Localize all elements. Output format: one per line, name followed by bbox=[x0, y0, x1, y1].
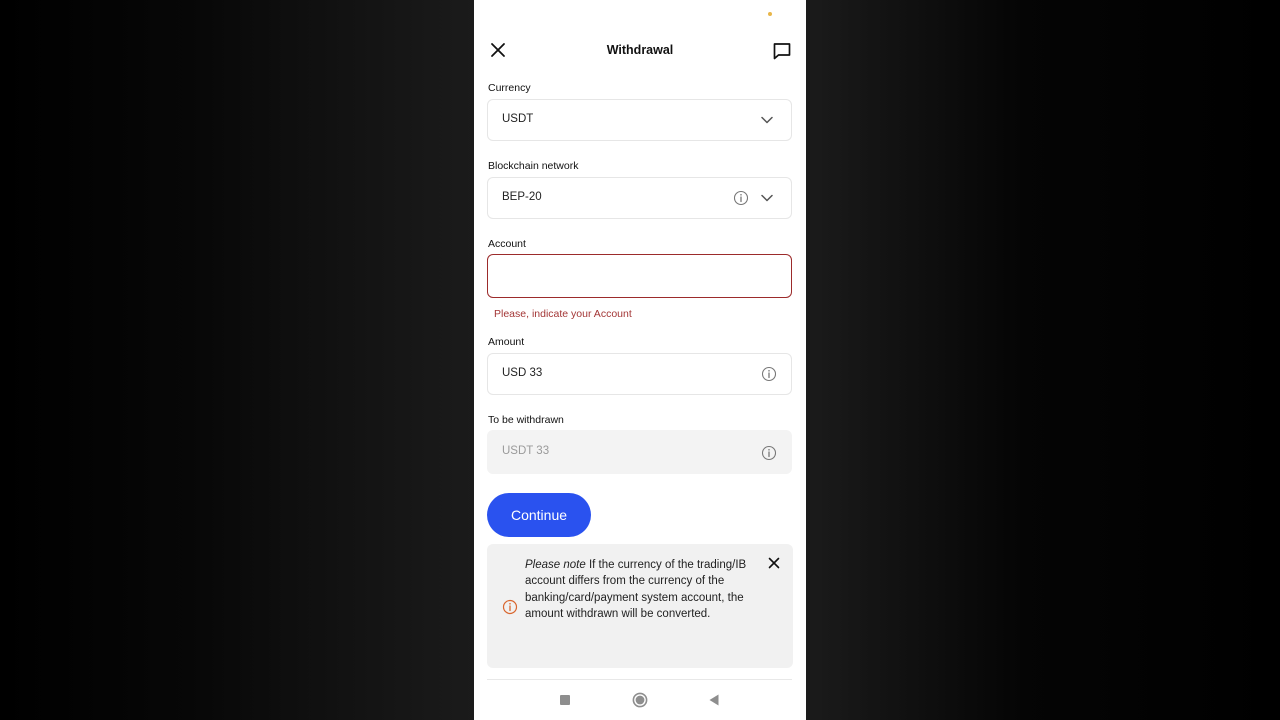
chevron-down-icon bbox=[761, 116, 773, 124]
info-icon[interactable] bbox=[733, 190, 749, 206]
amount-field[interactable]: USD 33 bbox=[487, 353, 792, 395]
amount-value: USD 33 bbox=[502, 367, 543, 379]
warning-info-icon bbox=[502, 599, 518, 615]
withdrawn-value: USDT 33 bbox=[502, 445, 550, 457]
account-input[interactable] bbox=[498, 263, 782, 289]
account-error-message: Please, indicate your Account bbox=[494, 308, 632, 320]
close-icon[interactable] bbox=[767, 556, 781, 570]
withdrawn-field: USDT 33 bbox=[487, 430, 792, 474]
recent-apps-icon[interactable] bbox=[560, 695, 570, 705]
currency-value: USDT bbox=[502, 113, 534, 125]
home-icon[interactable] bbox=[632, 692, 648, 708]
page-title: Withdrawal bbox=[606, 43, 674, 57]
note-lead: Please note bbox=[525, 559, 586, 571]
account-label: Account bbox=[488, 238, 526, 250]
currency-label: Currency bbox=[488, 82, 531, 94]
back-icon[interactable] bbox=[707, 693, 721, 707]
chevron-down-icon bbox=[761, 194, 773, 202]
divider bbox=[487, 679, 792, 680]
currency-note-banner: Please note If the currency of the tradi… bbox=[487, 544, 793, 668]
status-indicator bbox=[768, 12, 772, 16]
phone-screen: Withdrawal Currency USDT Blockchain netw… bbox=[474, 0, 806, 720]
network-value: BEP-20 bbox=[502, 191, 542, 203]
background-right bbox=[806, 0, 1280, 720]
info-icon[interactable] bbox=[761, 366, 777, 382]
account-field[interactable] bbox=[487, 254, 792, 298]
withdrawn-label: To be withdrawn bbox=[488, 414, 564, 426]
info-icon[interactable] bbox=[761, 445, 777, 461]
amount-label: Amount bbox=[488, 336, 525, 348]
background-left bbox=[0, 0, 474, 720]
continue-button[interactable]: Continue bbox=[487, 493, 591, 537]
note-text: Please note If the currency of the tradi… bbox=[525, 557, 747, 623]
currency-select[interactable]: USDT bbox=[487, 99, 792, 141]
chat-icon[interactable] bbox=[772, 41, 792, 61]
network-label: Blockchain network bbox=[488, 160, 579, 172]
network-select[interactable]: BEP-20 bbox=[487, 177, 792, 219]
